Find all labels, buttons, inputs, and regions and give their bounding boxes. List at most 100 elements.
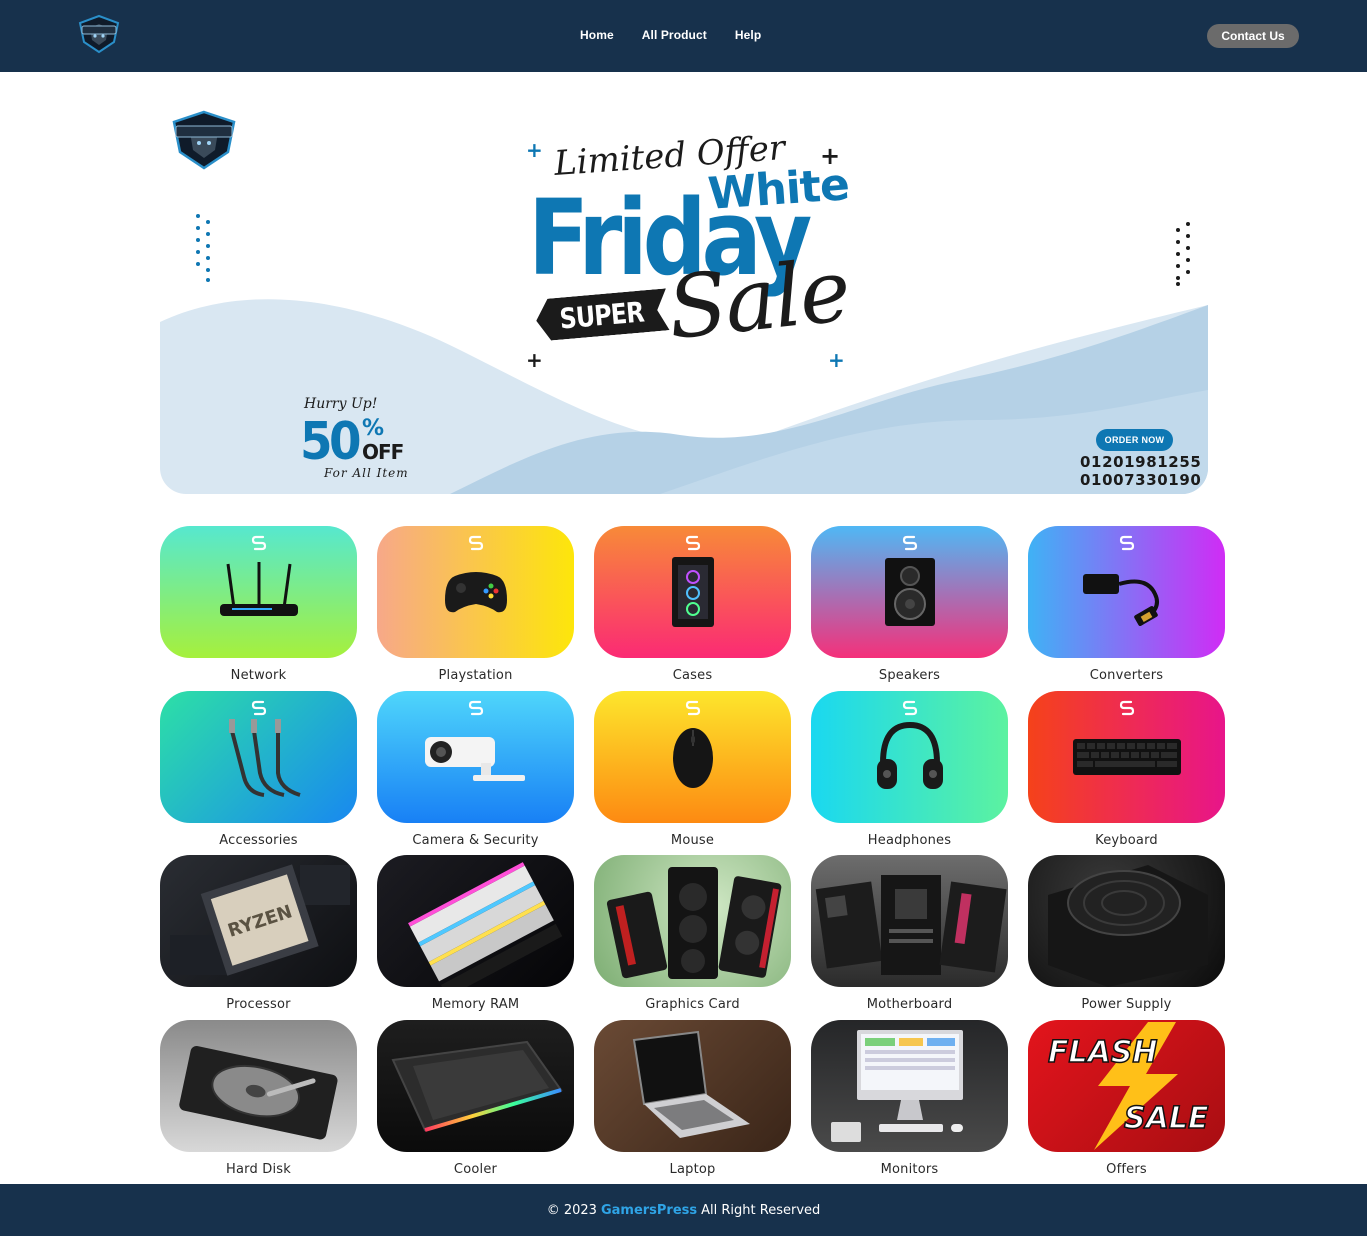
footer-brand-link[interactable]: GamersPress: [601, 1203, 697, 1218]
category-laptop[interactable]: Laptop: [594, 1019, 791, 1185]
category-tile[interactable]: [377, 1019, 574, 1152]
category-label: Offers: [1106, 1161, 1147, 1177]
brand-s-icon: [685, 700, 700, 715]
category-label: Graphics Card: [645, 997, 740, 1012]
super-text: SUPER: [558, 294, 646, 336]
flash-text: FLASH: [1048, 1035, 1158, 1070]
category-tile[interactable]: [594, 1019, 791, 1152]
category-label: Monitors: [880, 1161, 939, 1177]
monitor-photo: [831, 1029, 963, 1142]
hdd-photo: [179, 1045, 338, 1139]
category-tile[interactable]: [377, 855, 574, 987]
mouse-icon: [672, 727, 713, 788]
plus-decoration: +: [526, 138, 543, 162]
contact-us-button[interactable]: Contact Us: [1207, 24, 1299, 48]
nav-home-link[interactable]: Home: [580, 28, 614, 42]
category-mouse[interactable]: Mouse: [594, 690, 791, 856]
brand-s-icon: [468, 535, 483, 551]
category-cooler[interactable]: Cooler: [377, 1019, 574, 1185]
category-label: Speakers: [878, 668, 941, 683]
category-tile[interactable]: [811, 1019, 1008, 1152]
category-label: Mouse: [670, 832, 715, 848]
category-motherboard[interactable]: Motherboard: [811, 855, 1008, 1020]
category-tile[interactable]: [1028, 526, 1225, 658]
category-speakers[interactable]: Speakers: [811, 526, 1008, 691]
security-camera-icon: [424, 736, 525, 781]
category-processor[interactable]: RYZEN Processor: [160, 855, 357, 1020]
laptop-photo: [632, 1030, 750, 1138]
gpu-photo: [606, 867, 782, 979]
category-label: Processor: [226, 997, 291, 1012]
category-label: Headphones: [867, 832, 952, 848]
brand-s-icon: [1119, 700, 1134, 715]
category-tile[interactable]: [377, 526, 574, 658]
category-offers[interactable]: FLASH SALE Offers: [1028, 1019, 1225, 1185]
category-tile[interactable]: [1028, 690, 1225, 823]
category-monitors[interactable]: Monitors: [811, 1019, 1008, 1185]
category-headphones[interactable]: Headphones: [811, 690, 1008, 856]
category-tile[interactable]: [811, 855, 1008, 987]
category-tile[interactable]: [811, 690, 1008, 823]
discount-percent: %: [362, 416, 385, 441]
motherboard-photo: [815, 875, 1007, 975]
brand-s-icon: [902, 700, 917, 715]
nav-help-link[interactable]: Help: [735, 28, 761, 42]
decorative-dots-right: [1176, 222, 1190, 286]
category-hard-disk[interactable]: Hard Disk: [160, 1019, 357, 1185]
main-nav: Home All Product Help: [580, 28, 761, 42]
site-footer: © 2023 GamersPress All Right Reserved: [0, 1184, 1367, 1236]
phone-number-2: 01007330190: [1080, 471, 1202, 489]
hdmi-converter-icon: [1082, 574, 1159, 626]
category-power-supply[interactable]: Power Supply: [1028, 855, 1225, 1020]
router-icon: [219, 562, 298, 616]
category-tile[interactable]: [594, 526, 791, 658]
category-graphics-card[interactable]: Graphics Card: [594, 855, 791, 1020]
category-tile[interactable]: [1028, 855, 1225, 987]
headphones-icon: [876, 721, 943, 789]
category-tile[interactable]: [594, 855, 791, 987]
category-label: Playstation: [438, 668, 513, 683]
category-label: Laptop: [669, 1161, 716, 1177]
category-tile[interactable]: FLASH SALE: [1028, 1019, 1225, 1152]
audio-cable-icon: [228, 718, 301, 797]
category-playstation[interactable]: Playstation: [377, 526, 574, 691]
keyboard-icon: [1072, 738, 1181, 775]
gamepad-icon: [444, 572, 507, 613]
category-accessories[interactable]: Accessories: [160, 690, 357, 856]
category-label: Motherboard: [866, 997, 953, 1012]
nav-all-product-link[interactable]: All Product: [642, 28, 707, 42]
cpu-photo: RYZEN: [170, 864, 350, 976]
category-converters[interactable]: Converters: [1028, 526, 1225, 691]
flash-sale-banner: FLASH SALE: [1047, 1021, 1210, 1150]
category-label: Camera & Security: [412, 832, 539, 848]
cooling-pad-photo: [391, 1040, 563, 1132]
for-all-item-text: For All Item: [324, 466, 409, 480]
category-label: Keyboard: [1095, 832, 1158, 848]
order-now-button[interactable]: ORDER NOW: [1096, 429, 1173, 451]
phone-number-1: 01201981255: [1080, 453, 1202, 471]
category-keyboard[interactable]: Keyboard: [1028, 690, 1225, 856]
brand-s-icon: [1119, 535, 1134, 551]
category-tile[interactable]: RYZEN: [160, 855, 357, 987]
category-tile[interactable]: [160, 526, 357, 658]
brand-s-icon: [468, 700, 483, 715]
brand-s-icon: [685, 535, 700, 551]
category-camera-security[interactable]: Camera & Security: [377, 690, 574, 856]
category-label: Memory RAM: [431, 997, 520, 1012]
category-tile[interactable]: [160, 1019, 357, 1152]
brand-s-icon: [902, 535, 917, 551]
category-tile[interactable]: [160, 690, 357, 823]
gamerspress-logo-icon[interactable]: [76, 14, 122, 54]
category-tile[interactable]: [377, 690, 574, 823]
category-label: Network: [230, 668, 287, 683]
category-memory-ram[interactable]: Memory RAM: [377, 855, 574, 1020]
category-network[interactable]: Network: [160, 526, 357, 691]
white-friday-banner[interactable]: + + + + Limited Offer White Friday SUPER…: [160, 100, 1208, 494]
category-tile[interactable]: [811, 526, 1008, 658]
category-grid: Network Playstation Cases Speakers Conve…: [160, 526, 1228, 1184]
brand-s-icon: [251, 700, 266, 715]
category-tile[interactable]: [594, 690, 791, 823]
category-cases[interactable]: Cases: [594, 526, 791, 691]
category-label: Hard Disk: [226, 1161, 291, 1177]
brand-s-icon: [251, 535, 266, 551]
